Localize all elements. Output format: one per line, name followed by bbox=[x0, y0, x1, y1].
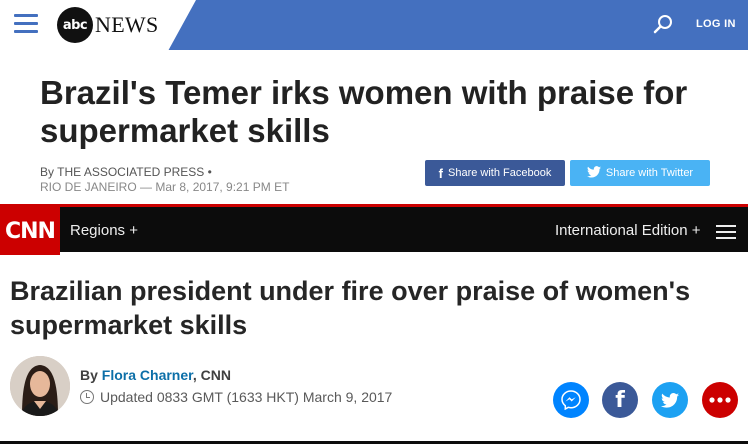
abc-dateline: RIO DE JANEIRO — Mar 8, 2017, 9:21 PM ET bbox=[40, 180, 290, 194]
share-facebook-label: Share with Facebook bbox=[448, 167, 552, 179]
share-twitter-button[interactable]: Share with Twitter bbox=[570, 160, 710, 186]
twitter-icon bbox=[661, 392, 679, 408]
author-avatar bbox=[10, 356, 70, 416]
twitter-share-button[interactable] bbox=[652, 382, 688, 418]
messenger-icon bbox=[561, 390, 581, 410]
facebook-icon: f bbox=[438, 165, 443, 181]
cnn-headline: Brazilian president under fire over prai… bbox=[10, 276, 691, 340]
abc-news-article: abc NEWS LOG IN Brazil's Temer irks wome… bbox=[0, 0, 748, 204]
abc-news-logo[interactable]: abc NEWS bbox=[57, 6, 159, 44]
more-share-button[interactable] bbox=[702, 382, 738, 418]
byline-separator: • bbox=[207, 165, 212, 179]
twitter-bird-icon bbox=[586, 165, 601, 181]
search-icon[interactable] bbox=[652, 14, 674, 36]
abc-headline: Brazil's Temer irks women with praise fo… bbox=[40, 74, 688, 149]
updated-text: Updated 0833 GMT (1633 HKT) March 9, 201… bbox=[100, 389, 393, 405]
hamburger-menu-icon[interactable] bbox=[716, 225, 736, 239]
byline-prefix: By bbox=[40, 165, 55, 179]
cnn-byline: By Flora Charner, CNN bbox=[80, 367, 231, 383]
author-name-link[interactable]: Flora Charner bbox=[102, 367, 193, 383]
cnn-article: CNN Regions + International Edition + Br… bbox=[0, 204, 748, 444]
more-icon bbox=[709, 397, 731, 403]
hamburger-menu-icon[interactable] bbox=[14, 14, 38, 34]
cnn-top-bar: CNN Regions + International Edition + bbox=[0, 204, 748, 255]
cnn-logo-text: CNN bbox=[5, 218, 56, 244]
facebook-icon: f bbox=[615, 387, 625, 413]
byline-author: THE ASSOCIATED PRESS bbox=[57, 165, 205, 179]
abc-logo-wordmark: NEWS bbox=[95, 12, 159, 37]
screenshot: abc NEWS LOG IN Brazil's Temer irks wome… bbox=[0, 0, 748, 444]
edition-menu[interactable]: International Edition + bbox=[555, 222, 701, 239]
share-twitter-label: Share with Twitter bbox=[605, 167, 694, 179]
regions-menu[interactable]: Regions + bbox=[70, 222, 138, 239]
facebook-share-button[interactable]: f bbox=[602, 382, 638, 418]
cnn-updated-timestamp: Updated 0833 GMT (1633 HKT) March 9, 201… bbox=[80, 389, 392, 405]
byline-source: , CNN bbox=[192, 367, 231, 383]
cnn-logo[interactable]: CNN bbox=[0, 207, 60, 255]
abc-logo-mark: abc bbox=[57, 7, 93, 43]
abc-byline: By THE ASSOCIATED PRESS • bbox=[40, 164, 212, 180]
clock-icon bbox=[80, 390, 94, 404]
login-link[interactable]: LOG IN bbox=[696, 18, 736, 30]
messenger-share-button[interactable] bbox=[553, 382, 589, 418]
byline-prefix: By bbox=[80, 367, 98, 383]
share-facebook-button[interactable]: f Share with Facebook bbox=[425, 160, 565, 186]
